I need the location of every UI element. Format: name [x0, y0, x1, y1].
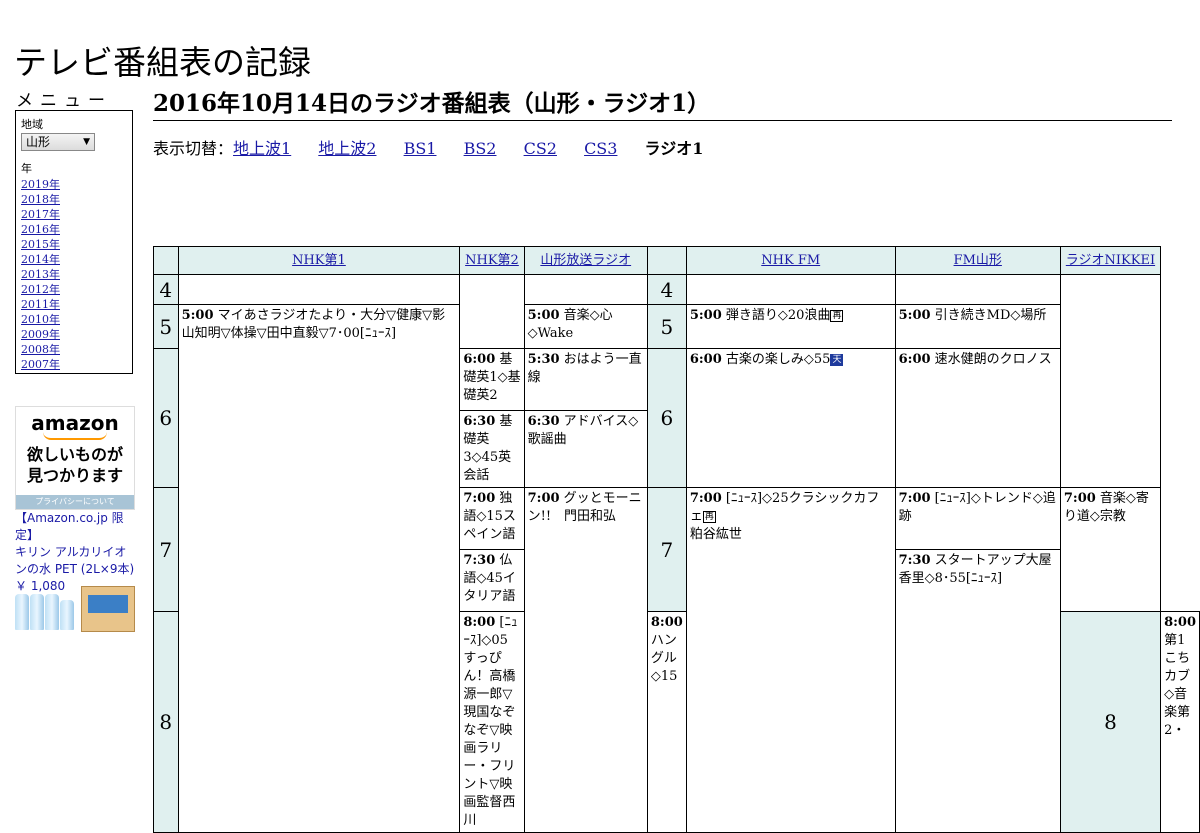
program-cell[interactable]: 6:30 基礎英3◇45英会話 — [459, 410, 525, 488]
program-cell[interactable]: 5:00 弾き語り◇20浪曲再 — [685, 304, 896, 349]
year-link[interactable]: 2019年 — [21, 177, 127, 192]
year-link[interactable]: 2013年 — [21, 267, 127, 282]
hour-cell: 5 — [646, 304, 687, 349]
program-cell[interactable]: 8:00 [ﾆｭｰｽ]◇05すっぴん！高橋源一郎▽現国なぞなぞ▽映画ラリー・フリ… — [459, 611, 525, 833]
program-cell[interactable]: 8:00 ハングル◇15 — [646, 611, 687, 833]
year-link[interactable]: 2017年 — [21, 207, 127, 222]
corner-cell — [153, 246, 179, 275]
hour-cell: 4 — [646, 274, 687, 305]
switch-current-radio1: ラジオ1 — [644, 139, 704, 158]
program-cell[interactable]: 7:00 [ﾆｭｰｽ]◇25クラシックカフェ再粕谷紘世 — [685, 487, 896, 833]
program-cell[interactable]: 7:00 [ﾆｭｰｽ]◇トレンド◇追跡 — [894, 487, 1061, 550]
empty-slot — [177, 274, 461, 305]
corner-cell — [646, 246, 687, 275]
menu-heading: メニュー — [16, 91, 112, 111]
year-link[interactable]: 2018年 — [21, 192, 127, 207]
site-title: テレビ番組表の記録 — [14, 43, 311, 83]
program-cell[interactable]: 5:30 おはよう一直線 — [523, 348, 648, 411]
year-link[interactable]: 2008年 — [21, 342, 127, 357]
empty-slot — [1059, 274, 1162, 488]
weather-icon: 天 — [830, 354, 844, 366]
ad-product-line2: キリン アルカリイオ — [15, 545, 127, 559]
hour-cell: 8 — [153, 611, 179, 833]
program-cell[interactable]: 6:00 古楽の楽しみ◇55 天 — [685, 348, 896, 488]
channel-link-nhkfm[interactable]: NHK FM — [761, 253, 820, 268]
switcher-prefix: 表示切替： — [153, 139, 234, 158]
year-link[interactable]: 2010年 — [21, 312, 127, 327]
year-link[interactable]: 2016年 — [21, 222, 127, 237]
program-cell[interactable]: 7:00 独語◇15スペイン語 — [459, 487, 525, 550]
empty-slot — [523, 274, 648, 305]
year-list: 2019年 2018年 2017年 2016年 2015年 2014年 2013… — [21, 177, 127, 372]
program-cell[interactable]: 7:00 グッとモーニン!! 門田和弘 — [523, 487, 648, 833]
channel-header: FM山形 — [894, 246, 1061, 275]
hour-cell: 4 — [153, 274, 179, 305]
rerun-icon: 再 — [830, 310, 844, 322]
program-cell[interactable]: 6:00 速水健朗のクロノス — [894, 348, 1061, 488]
region-select[interactable]: 山形 ▼ — [21, 133, 95, 151]
channel-link-fmyamagata[interactable]: FM山形 — [954, 253, 1002, 268]
year-link[interactable]: 2015年 — [21, 237, 127, 252]
menu-box: 地域 山形 ▼ 年 2019年 2018年 2017年 2016年 2015年 … — [15, 110, 133, 374]
channel-header: NHK第2 — [459, 246, 525, 275]
empty-slot — [894, 274, 1061, 305]
year-link[interactable]: 2007年 — [21, 357, 127, 372]
program-cell[interactable]: 5:00 音楽◇心◇Wake — [523, 304, 648, 349]
ad-tagline-2: 見つかります — [26, 466, 123, 485]
program-cell[interactable]: 6:00 基礎英1◇基礎英2 — [459, 348, 525, 411]
product-image[interactable] — [15, 582, 135, 632]
channel-header: 山形放送ラジオ — [523, 246, 648, 275]
ad-product-link[interactable]: 【Amazon.co.jp 限定】 キリン アルカリイオ ンの水 PET (2L… — [15, 511, 134, 593]
program-cell[interactable]: 8:00 第1こちカブ◇音楽第2・ — [1160, 611, 1200, 833]
channel-header-row: NHK第1 NHK第2 山形放送ラジオ NHK FM FM山形 ラジオNIKKE… — [153, 246, 1200, 275]
year-link[interactable]: 2009年 — [21, 327, 127, 342]
program-cell[interactable]: 7:00 音楽◇寄り道◇宗教 — [1059, 487, 1162, 612]
switch-link-cs3[interactable]: CS3 — [584, 139, 617, 158]
amazon-ad-banner[interactable]: amazon 欲しいものが 見つかります プライバシーについて — [15, 406, 135, 510]
hour-cell: 8 — [1059, 611, 1162, 833]
year-link[interactable]: 2014年 — [21, 252, 127, 267]
channel-link-ybc[interactable]: 山形放送ラジオ — [540, 253, 631, 268]
ad-privacy-link[interactable]: プライバシーについて — [16, 495, 134, 509]
hour-cell: 5 — [153, 304, 179, 349]
hour-cell: 7 — [153, 487, 179, 612]
year-link[interactable]: 2012年 — [21, 282, 127, 297]
year-label: 年 — [21, 162, 32, 175]
channel-link-nikkei[interactable]: ラジオNIKKEI — [1066, 253, 1155, 268]
empty-slot — [459, 274, 525, 349]
channel-link-nhk1[interactable]: NHK第1 — [292, 253, 346, 268]
hour-cell: 6 — [153, 348, 179, 488]
ad-product-line3: ンの水 PET (2L×9本) — [15, 562, 135, 576]
channel-header: NHK FM — [685, 246, 896, 275]
hour-cell: 6 — [646, 348, 687, 488]
switch-link-bs2[interactable]: BS2 — [464, 139, 497, 158]
amazon-logo: amazon — [31, 411, 119, 435]
rerun-icon: 再 — [702, 511, 716, 523]
channel-header: ラジオNIKKEI — [1059, 246, 1162, 275]
channel-header: NHK第1 — [177, 246, 461, 275]
page-title: 2016年10月14日のラジオ番組表（山形・ラジオ1） — [153, 84, 1172, 121]
view-switcher: 表示切替：地上波1 地上波2 BS1 BS2 CS2 CS3 ラジオ1 — [153, 135, 703, 159]
ad-tagline-1: 欲しいものが — [26, 445, 123, 464]
year-link[interactable]: 2011年 — [21, 297, 127, 312]
program-cell[interactable]: 5:00 マイあさラジオたより・大分▽健康▽影山知明▽体操▽田中直毅▽7･00[… — [177, 304, 461, 833]
region-select-value: 山形 — [26, 135, 51, 149]
empty-slot — [685, 274, 896, 305]
program-cell[interactable]: 7:30 スタートアップ大屋香里◇8･55[ﾆｭｰｽ] — [894, 549, 1061, 833]
program-cell[interactable]: 7:30 仏語◇45イタリア語 — [459, 549, 525, 612]
program-guide-table: NHK第1 NHK第2 山形放送ラジオ NHK FM FM山形 ラジオNIKKE… — [153, 246, 1200, 833]
switch-link-terrestrial2[interactable]: 地上波2 — [318, 139, 376, 158]
program-cell[interactable]: 6:30 アドバイス◇歌謡曲 — [523, 410, 648, 488]
switch-link-cs2[interactable]: CS2 — [524, 139, 557, 158]
hour-cell: 7 — [646, 487, 687, 612]
region-label: 地域 — [21, 118, 43, 131]
switch-link-bs1[interactable]: BS1 — [404, 139, 437, 158]
switch-link-terrestrial1[interactable]: 地上波1 — [233, 139, 291, 158]
ad-product-line1: 【Amazon.co.jp 限定】 — [15, 511, 124, 542]
channel-link-nhk2[interactable]: NHK第2 — [465, 253, 519, 268]
chevron-down-icon: ▼ — [83, 137, 90, 147]
program-cell[interactable]: 5:00 引き続きMD◇場所 — [894, 304, 1061, 349]
